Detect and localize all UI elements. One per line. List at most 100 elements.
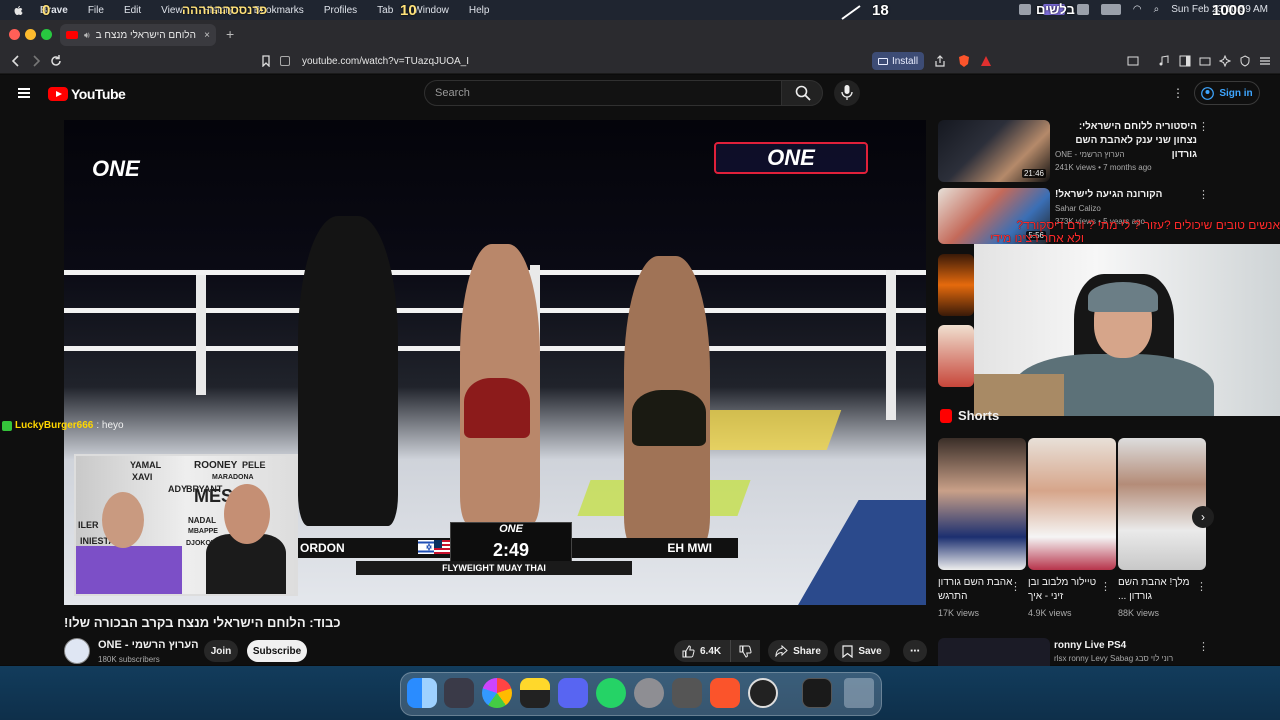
youtube-logo[interactable]: YouTube: [48, 86, 126, 102]
recommended-video[interactable]: 21:46 היסטוריה ללוחם הישראלי: נצחון שני …: [938, 120, 1209, 182]
kebab-icon[interactable]: ⋮: [1198, 188, 1209, 201]
kebab-icon[interactable]: ⋮: [1100, 580, 1111, 593]
calculator-icon[interactable]: [672, 678, 702, 708]
status-icon[interactable]: [1018, 4, 1031, 15]
browser-tab[interactable]: 🔊︎ כבוד: הלוחם הישראלי מנצח ב ×: [60, 24, 216, 46]
sidebar-icon[interactable]: [1179, 55, 1191, 67]
photos-icon[interactable]: [482, 678, 512, 708]
launchpad-icon[interactable]: [444, 678, 474, 708]
discord-icon[interactable]: [558, 678, 588, 708]
share-button[interactable]: Share: [768, 640, 828, 662]
finder-icon[interactable]: [407, 678, 437, 708]
brave-rewards-icon[interactable]: [980, 55, 992, 67]
brave-shields-icon[interactable]: [958, 55, 970, 67]
back-icon[interactable]: [10, 55, 22, 67]
trash-icon[interactable]: [844, 678, 874, 708]
more-actions-button[interactable]: ⋯: [903, 640, 927, 662]
vpn-icon[interactable]: [1239, 55, 1251, 67]
share-arrow-icon: [775, 645, 788, 657]
url-text[interactable]: youtube.com/watch?v=TUazqJUOA_I: [302, 56, 469, 67]
join-button[interactable]: Join: [204, 640, 238, 662]
short-title[interactable]: מלך! אהבת השם גורדון ...: [1118, 576, 1194, 604]
menu-edit[interactable]: Edit: [124, 5, 141, 16]
guide-menu-icon[interactable]: [18, 88, 30, 98]
close-window-button[interactable]: [9, 29, 20, 40]
close-tab-icon[interactable]: ×: [204, 30, 210, 41]
more-icon: ⋯: [910, 645, 920, 657]
share-icon[interactable]: [934, 55, 946, 67]
media-icon[interactable]: [1158, 55, 1170, 67]
whatsapp-icon[interactable]: [596, 678, 626, 708]
microphone-icon: [841, 85, 853, 100]
shorts-next-button[interactable]: ›: [1192, 506, 1214, 528]
menu-icon[interactable]: [1259, 55, 1271, 67]
subscriber-count: 180K subscribers: [98, 655, 160, 664]
subscribe-button[interactable]: Subscribe: [247, 640, 307, 662]
channel-avatar[interactable]: [64, 638, 90, 664]
short-thumbnail[interactable]: [1028, 438, 1116, 570]
apple-icon[interactable]: [12, 4, 24, 16]
stream-alert-line: אנשים טובים שיכולים ?עזור ? לי מתי ? ורם…: [1016, 218, 1280, 232]
menu-window[interactable]: Window: [413, 5, 449, 16]
video-thumbnail[interactable]: [938, 254, 974, 316]
settings-icon[interactable]: [634, 678, 664, 708]
menu-help[interactable]: Help: [469, 5, 490, 16]
voice-search-button[interactable]: [834, 80, 860, 106]
kebab-icon[interactable]: ⋮: [1198, 120, 1209, 133]
channel-name[interactable]: ONE - הערוץ הרשמי: [98, 639, 199, 651]
recommended-channel[interactable]: ONE - הערוץ הרשמי: [1055, 150, 1125, 159]
recommended-channel[interactable]: rlsx ronny Levy Sabag רוני לוי סבג: [1054, 654, 1173, 663]
sign-in-button[interactable]: Sign in: [1194, 81, 1260, 105]
short-thumbnail[interactable]: [1118, 438, 1206, 570]
menu-file[interactable]: File: [88, 5, 104, 16]
kebab-icon[interactable]: ⋮: [1196, 580, 1207, 593]
menu-view[interactable]: View: [161, 5, 183, 16]
bookmark-icon[interactable]: [260, 55, 272, 67]
short-views: 4.9K views: [1028, 608, 1072, 618]
reader-icon[interactable]: [1127, 55, 1139, 67]
wallet-icon[interactable]: [1199, 55, 1211, 67]
notes-icon[interactable]: [520, 678, 550, 708]
subscribe-label: Subscribe: [252, 645, 302, 657]
leo-ai-icon[interactable]: [1219, 55, 1231, 67]
short-views: 17K views: [938, 608, 980, 618]
search-button[interactable]: [781, 80, 823, 106]
kebab-icon[interactable]: ⋮: [1198, 640, 1209, 653]
wall-word: ROONEY: [194, 460, 238, 471]
search-input[interactable]: [424, 80, 782, 106]
zoom-window-button[interactable]: [41, 29, 52, 40]
menu-tab[interactable]: Tab: [377, 5, 393, 16]
recommended-channel[interactable]: Sahar Calizo: [1055, 204, 1101, 213]
save-button[interactable]: Save: [834, 640, 890, 662]
window-preview-icon[interactable]: [802, 678, 832, 708]
install-label: Install: [891, 55, 919, 67]
recommended-title[interactable]: הקורונה הגיעה לישראל!: [1055, 188, 1197, 202]
menu-profiles[interactable]: Profiles: [324, 5, 357, 16]
settings-kebab-icon[interactable]: ⋮: [1172, 86, 1184, 100]
brave-icon[interactable]: [710, 678, 740, 708]
status-icon[interactable]: [1076, 4, 1089, 15]
wifi-icon[interactable]: ◠: [1133, 4, 1142, 15]
sign-in-label: Sign in: [1219, 87, 1253, 99]
reload-icon[interactable]: [50, 55, 62, 67]
obs-icon[interactable]: [748, 678, 778, 708]
video-thumbnail[interactable]: [938, 638, 1050, 666]
wall-word: MARADONA: [212, 474, 254, 481]
battery-icon[interactable]: [1100, 4, 1121, 15]
speaker-icon[interactable]: 🔊︎: [84, 30, 90, 41]
forward-icon[interactable]: [30, 55, 42, 67]
short-thumbnail[interactable]: [938, 438, 1026, 570]
new-tab-button[interactable]: +: [226, 26, 234, 42]
minimize-window-button[interactable]: [25, 29, 36, 40]
video-thumbnail[interactable]: [938, 325, 974, 387]
short-title[interactable]: טיילור מלבוב ובן זיני - איך: [1028, 576, 1104, 604]
install-app-button[interactable]: Install: [872, 52, 924, 70]
site-info-icon[interactable]: [280, 56, 290, 66]
dislike-button[interactable]: [730, 640, 760, 662]
search-icon[interactable]: ⌕: [1154, 4, 1160, 15]
kebab-icon[interactable]: ⋮: [1010, 580, 1021, 593]
wall-word: NADAL: [188, 516, 216, 525]
recommended-title[interactable]: ronny Live PS4: [1054, 640, 1126, 651]
short-title[interactable]: אהבת השם גורדון התרגש: [938, 576, 1014, 604]
video-duration: 21:46: [1021, 169, 1046, 178]
